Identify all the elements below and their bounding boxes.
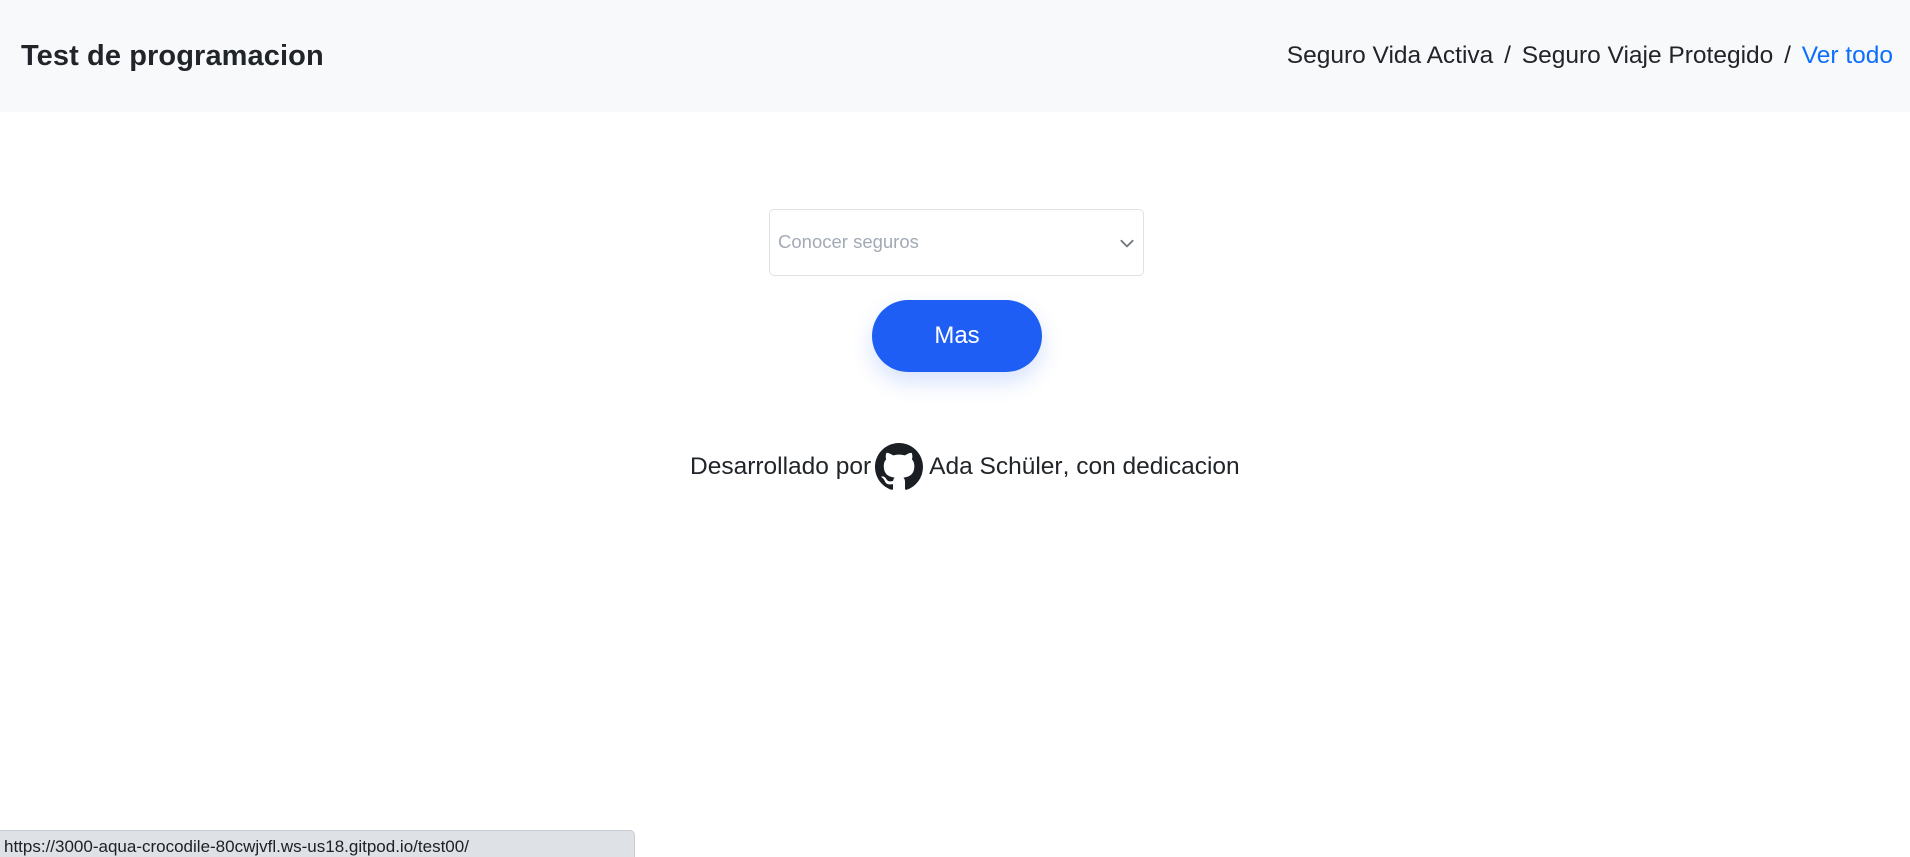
chevron-down-icon [1120, 239, 1134, 248]
status-url: https://3000-aqua-crocodile-80cwjvfl.ws-… [4, 837, 469, 856]
mas-button[interactable]: Mas [872, 300, 1042, 372]
breadcrumb-separator: / [1504, 42, 1511, 69]
developer-credit: Desarrollado por Ada Schüler , con dedic… [690, 442, 1240, 492]
navbar: Test de programacion Seguro Vida Activa … [0, 0, 1910, 112]
credit-suffix: , con dedicacion [1062, 453, 1240, 480]
github-icon[interactable] [875, 443, 924, 491]
seguros-select-placeholder: Conocer seguros [778, 231, 919, 252]
browser-status-bar: https://3000-aqua-crocodile-80cwjvfl.ws-… [0, 830, 635, 857]
breadcrumb-item-seguro-viaje: Seguro Viaje Protegido [1521, 42, 1774, 69]
breadcrumb: Seguro Vida Activa / Seguro Viaje Proteg… [1287, 42, 1893, 70]
seguros-select[interactable]: Conocer seguros [769, 209, 1144, 276]
breadcrumb-item-seguro-vida: Seguro Vida Activa [1286, 42, 1494, 69]
ver-todo-link[interactable]: Ver todo [1802, 42, 1893, 69]
author-link[interactable]: Ada Schüler [929, 453, 1062, 481]
breadcrumb-separator: / [1784, 42, 1791, 69]
credit-prefix: Desarrollado por [690, 453, 872, 480]
navbar-brand[interactable]: Test de programacion [21, 40, 324, 73]
